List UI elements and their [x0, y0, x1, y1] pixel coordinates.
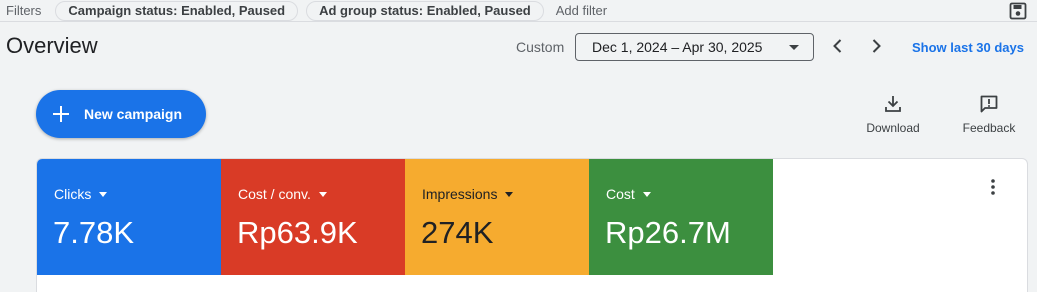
metric-card-clicks[interactable]: Clicks 7.78K — [37, 159, 221, 275]
save-icon[interactable] — [1009, 2, 1027, 20]
more-vert-icon[interactable] — [983, 177, 1003, 197]
date-range-value: Dec 1, 2024 – Apr 30, 2025 — [592, 39, 763, 55]
metric-value: 274K — [421, 215, 494, 250]
download-icon — [885, 96, 901, 112]
feedback-label: Feedback — [962, 121, 1016, 135]
filters-label: Filters — [6, 3, 42, 18]
caret-down-icon — [789, 45, 799, 50]
metric-selector[interactable]: Cost — [606, 186, 651, 202]
filter-chip-ad-group-status[interactable]: Ad group status: Enabled, Paused — [306, 0, 544, 21]
date-range-picker[interactable]: Dec 1, 2024 – Apr 30, 2025 — [575, 33, 814, 61]
metric-card-cost[interactable]: Cost Rp26.7M — [589, 159, 773, 275]
filter-chip-campaign-status[interactable]: Campaign status: Enabled, Paused — [55, 0, 299, 21]
metric-name: Impressions — [422, 186, 498, 202]
metric-selector[interactable]: Cost / conv. — [238, 186, 327, 202]
chevron-left-icon[interactable] — [828, 36, 848, 56]
metric-value: 7.78K — [53, 215, 135, 250]
plus-icon — [53, 106, 69, 122]
metric-selector[interactable]: Clicks — [54, 186, 108, 202]
download-label: Download — [866, 121, 920, 135]
new-campaign-label: New campaign — [84, 106, 183, 122]
feedback-icon — [980, 95, 998, 113]
metric-card-cost-per-conv[interactable]: Cost / conv. Rp63.9K — [221, 159, 405, 275]
page-title: Overview — [6, 33, 98, 58]
caret-down-icon — [642, 191, 651, 197]
new-campaign-button[interactable]: New campaign — [36, 90, 206, 138]
caret-down-icon — [318, 191, 327, 197]
caret-down-icon — [505, 191, 514, 197]
chevron-right-icon[interactable] — [866, 36, 886, 56]
metric-selector[interactable]: Impressions — [422, 186, 514, 202]
show-last-30-days-link[interactable]: Show last 30 days — [912, 40, 1024, 55]
download-button[interactable]: Download — [862, 94, 924, 135]
metric-value: Rp63.9K — [237, 215, 358, 250]
metric-name: Cost — [606, 186, 635, 202]
filters-bar: Filters Campaign status: Enabled, Paused… — [0, 0, 1037, 22]
metric-value: Rp26.7M — [605, 215, 731, 250]
caret-down-icon — [99, 191, 108, 197]
metric-card-impressions[interactable]: Impressions 274K — [405, 159, 589, 275]
scorecard-panel: Clicks 7.78K Cost / conv. Rp63.9K Impres… — [36, 158, 1028, 292]
metric-name: Clicks — [54, 186, 92, 202]
overview-page: Filters Campaign status: Enabled, Paused… — [0, 0, 1037, 292]
add-filter-button[interactable]: Add filter — [556, 3, 607, 18]
metric-name: Cost / conv. — [238, 186, 311, 202]
feedback-button[interactable]: Feedback — [958, 94, 1020, 135]
date-range-type-label: Custom — [516, 39, 565, 55]
